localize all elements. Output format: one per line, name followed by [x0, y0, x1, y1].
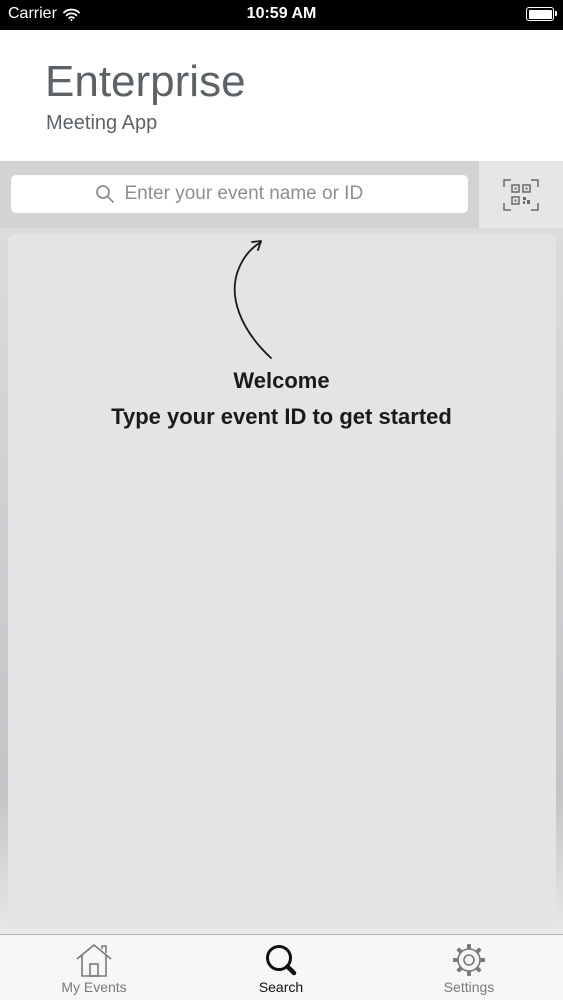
- welcome-heading: Welcome: [233, 368, 330, 393]
- app-title: Enterprise: [45, 57, 246, 106]
- battery-fill: [528, 9, 552, 19]
- battery-cap: [554, 11, 557, 16]
- search-icon: [266, 945, 297, 976]
- tab-my-events[interactable]: My Events: [24, 935, 164, 1000]
- search-box[interactable]: [11, 175, 468, 213]
- arrow-icon: [233, 240, 272, 359]
- search-icon: [95, 185, 114, 203]
- search-input[interactable]: [124, 183, 385, 205]
- qr-code-icon: [503, 178, 539, 211]
- tab-label: Search: [258, 979, 304, 995]
- gear-icon: [453, 944, 485, 976]
- home-icon: [76, 944, 112, 977]
- app-header: Enterprise Meeting App: [0, 30, 563, 161]
- tab-label: Settings: [443, 979, 495, 995]
- status-bar: Carrier 10:59 AM: [0, 0, 563, 30]
- app-subtitle: Meeting App: [46, 112, 158, 134]
- battery-icon: [526, 7, 557, 21]
- qr-scan-button[interactable]: [479, 161, 563, 228]
- tab-search[interactable]: Search: [211, 935, 351, 1000]
- welcome-instruction: Type your event ID to get started: [111, 404, 452, 429]
- tab-label: My Events: [61, 979, 127, 995]
- search-bar: [0, 161, 563, 228]
- tab-settings[interactable]: Settings: [399, 935, 539, 1000]
- tab-bar: My Events Search Settings: [0, 934, 563, 1000]
- status-time: 10:59 AM: [246, 5, 317, 22]
